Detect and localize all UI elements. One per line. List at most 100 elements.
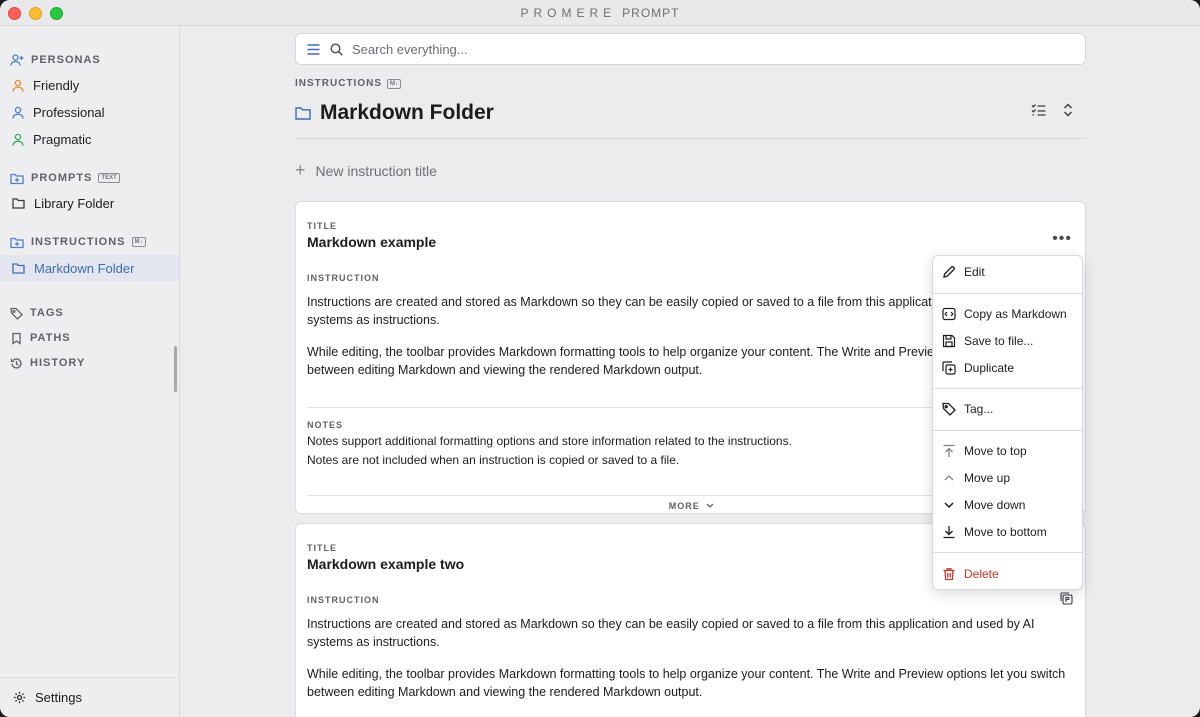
sidebar-item-pragmatic[interactable]: Pragmatic (0, 126, 179, 152)
add-persona-icon (10, 54, 24, 66)
sidebar-item-label: Pragmatic (33, 131, 92, 147)
header-divider (295, 138, 1086, 139)
menu-item-save-to-file[interactable]: Save to file... (933, 329, 1082, 353)
menu-item-delete[interactable]: Delete (933, 562, 1082, 586)
menu-item-label: Duplicate (964, 361, 1015, 375)
menu-item-copy-as-markdown[interactable]: Copy as Markdown (933, 302, 1082, 326)
card-title[interactable]: Markdown example (307, 234, 436, 250)
folder-icon (12, 198, 25, 209)
instructions-label: INSTRUCTIONS (31, 236, 126, 248)
menu-item-label: Move to bottom (964, 525, 1047, 539)
breadcrumb: INSTRUCTIONS M↓ (295, 78, 401, 89)
new-instruction-placeholder: New instruction title (315, 162, 437, 179)
search-input[interactable] (352, 41, 1052, 57)
personas-label: PERSONAS (31, 54, 101, 66)
new-instruction-input[interactable]: + New instruction title (295, 160, 437, 181)
plus-icon: + (295, 160, 306, 180)
sidebar-item-friendly[interactable]: Friendly (0, 72, 179, 98)
tags-label: TAGS (30, 307, 64, 319)
pencil-icon (943, 266, 955, 278)
sidebar: PERSONAS Friendly Professional Pragmatic… (0, 26, 180, 717)
title-label: TITLE (307, 221, 337, 231)
menu-separator (933, 552, 1082, 553)
chevron-up-icon (944, 475, 954, 481)
history-icon (10, 357, 22, 369)
menu-item-move-down[interactable]: Move down (933, 493, 1082, 517)
chevron-down-icon (706, 503, 714, 508)
text-badge: TEXT (98, 173, 120, 183)
folder-icon (12, 263, 25, 274)
settings-button[interactable]: Settings (0, 677, 179, 717)
breadcrumb-label: INSTRUCTIONS (295, 78, 382, 89)
menu-item-label: Move up (964, 471, 1011, 485)
page-title-text: Markdown Folder (320, 101, 494, 124)
checklist-button[interactable] (1031, 103, 1046, 122)
history-label: HISTORY (30, 357, 86, 369)
sidebar-item-professional[interactable]: Professional (0, 99, 179, 125)
menu-item-label: Save to file... (964, 334, 1034, 348)
arrow-to-top-icon (943, 444, 955, 457)
sidebar-section-history[interactable]: HISTORY (10, 354, 85, 372)
search-icon (330, 42, 343, 56)
person-icon (12, 133, 24, 146)
more-options-icon[interactable]: ••• (1052, 230, 1072, 248)
tag-icon (942, 402, 956, 416)
settings-label: Settings (35, 690, 82, 705)
copy-prompt-icon[interactable] (1060, 592, 1073, 605)
sidebar-section-paths[interactable]: PATHS (10, 329, 71, 347)
chevron-down-icon (944, 502, 954, 509)
menu-item-tag[interactable]: Tag... (933, 397, 1082, 421)
sidebar-section-personas[interactable]: PERSONAS (10, 51, 101, 69)
sidebar-item-label: Friendly (33, 77, 80, 93)
markdown-badge: M↓ (131, 237, 146, 247)
menu-item-label: Copy as Markdown (964, 307, 1067, 321)
add-folder-icon (10, 173, 24, 184)
sidebar-section-instructions[interactable]: INSTRUCTIONS M↓ (10, 233, 146, 251)
arrow-to-bottom-icon (943, 526, 955, 539)
menu-separator (933, 430, 1082, 431)
more-label: MORE (668, 501, 700, 511)
menu-item-move-up[interactable]: Move up (933, 466, 1082, 490)
menu-item-label: Tag... (964, 402, 994, 416)
sidebar-item-label: Markdown Folder (34, 260, 135, 276)
menu-item-move-to-top[interactable]: Move to top (933, 439, 1082, 463)
code-icon (942, 307, 956, 321)
menu-item-duplicate[interactable]: Duplicate (933, 356, 1082, 380)
title-label: TITLE (307, 543, 337, 553)
sidebar-scrollbar[interactable] (174, 346, 177, 392)
expand-collapse-button[interactable] (1063, 103, 1073, 122)
tag-icon (10, 307, 23, 320)
menu-item-label: Edit (964, 265, 985, 279)
instruction-paragraph: While editing, the toolbar provides Mark… (307, 667, 1066, 699)
duplicate-icon (942, 361, 956, 375)
sidebar-section-tags[interactable]: TAGS (10, 304, 64, 322)
app-title: PROMPT (622, 6, 680, 20)
menu-separator (933, 388, 1082, 389)
instruction-label: INSTRUCTION (307, 273, 380, 283)
sidebar-item-label: Professional (33, 104, 105, 120)
sidebar-item-library-folder[interactable]: Library Folder (0, 190, 179, 216)
page-title: Markdown Folder (295, 98, 494, 128)
person-icon (12, 106, 24, 119)
instruction-label: INSTRUCTION (307, 595, 380, 605)
add-folder-icon (10, 237, 24, 248)
chevron-up-down-icon (1064, 103, 1072, 117)
menu-item-edit[interactable]: Edit (933, 260, 1082, 284)
window-title: PROMERE PROMPT (0, 6, 1200, 20)
checklist-icon (1031, 104, 1046, 116)
trash-icon (943, 568, 955, 581)
paths-label: PATHS (30, 332, 71, 344)
gear-icon (13, 691, 26, 704)
folder-icon (295, 107, 311, 120)
sidebar-item-markdown-folder[interactable]: Markdown Folder (0, 255, 179, 281)
markdown-badge: M↓ (387, 78, 401, 89)
sidebar-section-prompts[interactable]: PROMPTS TEXT (10, 169, 120, 187)
menu-icon[interactable] (307, 43, 320, 55)
instruction-paragraph: Instructions are created and stored as M… (307, 617, 1035, 649)
menu-item-move-to-bottom[interactable]: Move to bottom (933, 520, 1082, 544)
title-bar: PROMERE PROMPT (0, 0, 1200, 26)
prompts-label: PROMPTS (31, 172, 93, 184)
person-icon (12, 79, 24, 92)
menu-item-label: Move to top (964, 444, 1027, 458)
card-title[interactable]: Markdown example two (307, 556, 464, 572)
